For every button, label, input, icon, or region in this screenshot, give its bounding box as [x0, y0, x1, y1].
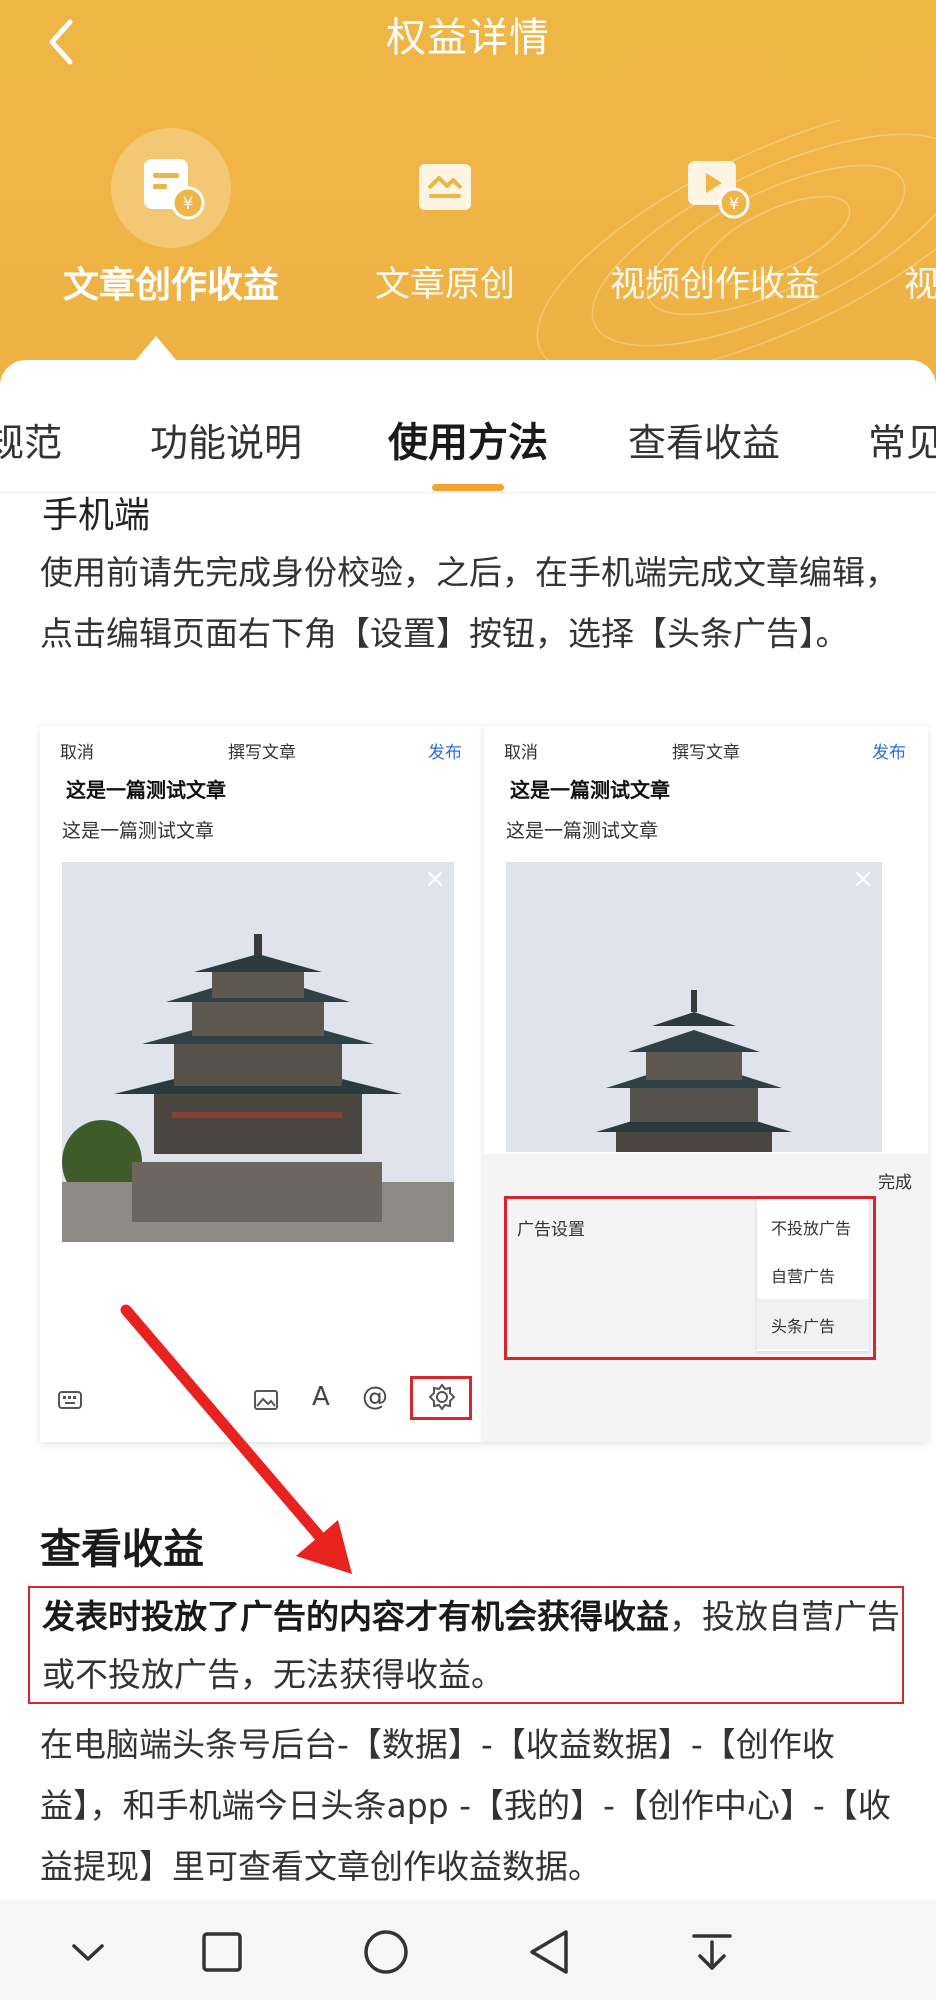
tab-bar: 规范 功能说明 使用方法 查看收益 常见	[0, 360, 936, 493]
usage-illustration: 取消 撰写文章 发布 这是一篇测试文章 这是一篇测试文章 × A @ 取消 撰写…	[32, 726, 928, 1448]
page-title: 权益详情	[386, 15, 550, 61]
ad-option: 自营广告	[771, 1267, 836, 1286]
benefit-article-income[interactable]: ¥ 文章创作收益	[54, 128, 288, 308]
image-icon	[254, 1390, 278, 1410]
earnings-section-title: 查看收益	[40, 1525, 204, 1573]
tab-rules[interactable]: 规范	[0, 412, 62, 467]
ad-settings-highlight-box: 广告设置 不投放广告 自营广告 头条广告	[504, 1196, 876, 1360]
benefit-label: 文章创作收益	[62, 265, 279, 306]
active-benefit-pointer	[136, 336, 176, 360]
article-title: 这是一篇测试文章	[510, 778, 670, 802]
tower-image	[506, 862, 882, 1152]
publish-label: 发布	[428, 743, 462, 763]
benefit-label: 视	[904, 265, 936, 305]
square-icon[interactable]	[194, 1924, 250, 1980]
phone-screenshot-editor: 取消 撰写文章 发布 这是一篇测试文章 这是一篇测试文章 × A @	[40, 726, 484, 1442]
benefit-video-income[interactable]: ¥ 视频创作收益	[598, 128, 832, 307]
benefit-video-partial[interactable]: 视	[904, 128, 936, 307]
compose-title: 撰写文章	[228, 743, 296, 763]
usage-sub-heading: 手机端	[42, 495, 151, 536]
tab-features[interactable]: 功能说明	[150, 412, 302, 467]
settings-panel: 完成 广告设置 不投放广告 自营广告 头条广告	[484, 1154, 928, 1442]
ad-options-menu: 不投放广告 自营广告 头条广告	[757, 1199, 869, 1351]
svg-text:¥: ¥	[183, 194, 194, 214]
earnings-highlight-box: 发表时投放了广告的内容才有机会获得收益，投放自营广告或不投放广告，无法获得收益。	[28, 1586, 904, 1704]
close-icon: ×	[852, 864, 874, 894]
usage-paragraph: 使用前请先完成身份校验，之后，在手机端完成文章编辑，点击编辑页面右下角【设置】按…	[40, 553, 898, 653]
tower-photo: ×	[62, 862, 454, 1242]
circle-icon[interactable]	[358, 1924, 414, 1980]
settings-highlight-box	[410, 1376, 472, 1420]
tab-faq[interactable]: 常见	[868, 412, 936, 467]
tab-usage[interactable]: 使用方法	[388, 410, 548, 468]
text-format-icon: A	[312, 1382, 330, 1412]
earnings-paragraph: 在电脑端头条号后台-【数据】-【收益数据】-【创作收益】，和手机端今日头条app…	[40, 1725, 891, 1886]
article-body: 这是一篇测试文章	[506, 820, 659, 842]
ad-option: 头条广告	[771, 1317, 836, 1336]
mention-icon: @	[362, 1382, 388, 1412]
earnings-highlight-text: 发表时投放了广告的内容才有机会获得收益，投放自营广告或不投放广告，无法获得收益。	[42, 1588, 902, 1704]
publish-label: 发布	[872, 743, 906, 763]
article-original-icon	[419, 164, 471, 210]
triangle-back-icon[interactable]	[522, 1924, 578, 1980]
gear-icon	[428, 1383, 456, 1411]
ad-settings-label: 广告设置	[517, 1220, 585, 1240]
article-income-icon: ¥	[144, 159, 205, 220]
download-notification-icon[interactable]	[684, 1924, 740, 1980]
keyboard-icon	[58, 1391, 82, 1409]
tower-image	[62, 862, 454, 1242]
benefit-article-original[interactable]: 文章原创	[360, 128, 530, 307]
earnings-highlight-bold: 发表时投放了广告的内容才有机会获得收益	[42, 1597, 669, 1636]
done-label: 完成	[878, 1173, 912, 1193]
article-title: 这是一篇测试文章	[66, 778, 226, 802]
close-icon: ×	[424, 864, 446, 894]
chevron-down-icon[interactable]	[60, 1924, 116, 1980]
compose-title: 撰写文章	[672, 743, 740, 763]
editor-toolbar: A @	[40, 1372, 484, 1432]
active-tab-underline	[432, 484, 504, 491]
svg-text:¥: ¥	[729, 194, 739, 213]
system-navigation-bar	[0, 1900, 936, 2000]
benefit-label: 视频创作收益	[609, 265, 820, 305]
phone-screenshot-ad-settings: 取消 撰写文章 发布 这是一篇测试文章 这是一篇测试文章 × 完成 广告设置 不…	[484, 726, 928, 1442]
article-body: 这是一篇测试文章	[62, 820, 215, 842]
tower-photo: ×	[506, 862, 882, 1152]
video-income-icon: ¥	[688, 161, 750, 219]
ad-option: 不投放广告	[771, 1219, 852, 1238]
tab-view-earnings[interactable]: 查看收益	[628, 412, 780, 467]
benefit-label: 文章原创	[374, 265, 515, 305]
benefit-header: 权益详情 ¥ 文章创作收益 文章原创 ¥ 视频创作收益 视	[0, 0, 936, 420]
